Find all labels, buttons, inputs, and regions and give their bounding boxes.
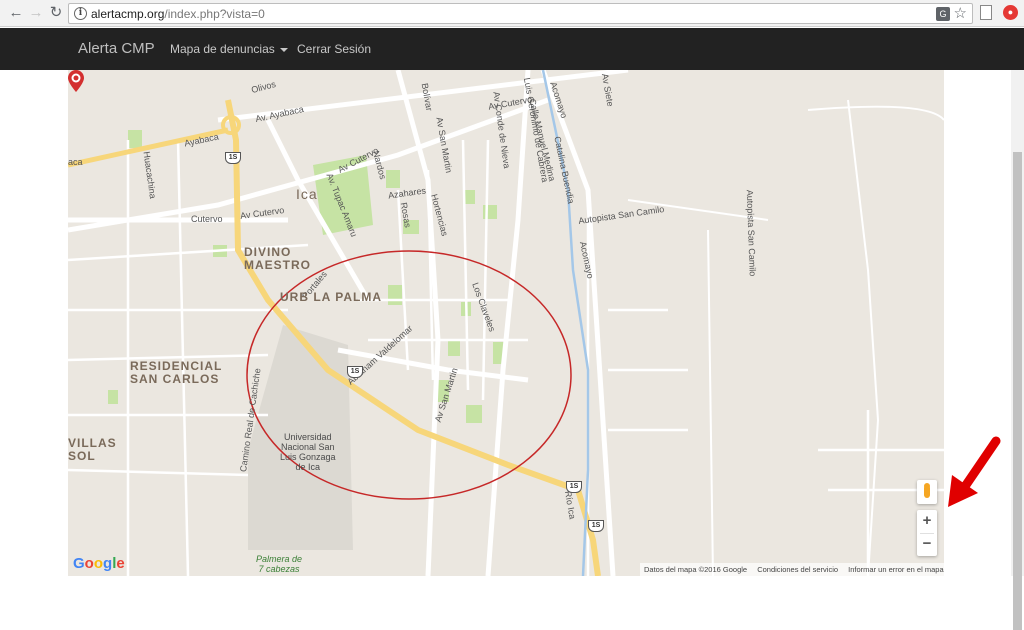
park-area [388,285,402,305]
park-area [128,130,142,148]
park-label: Palmera de 7 cabezas [256,554,303,574]
street-view-pegman-icon[interactable] [917,480,937,504]
browser-toolbar: ← → ↻ i alertacmp.org/index.php?vista=0 … [0,0,1024,27]
report-error-link[interactable]: Informar un error en el mapa [848,565,943,574]
page-scrollbar[interactable] [1011,70,1024,630]
app-navbar: Alerta CMP Mapa de denuncias Cerrar Sesi… [0,28,1024,70]
street-label: aca [68,157,83,167]
route-shield: 1S [588,520,604,532]
brand-link[interactable]: Alerta CMP [78,40,155,57]
url-text[interactable]: alertacmp.org/index.php?vista=0 [91,7,265,21]
route-shield: 1S [225,152,241,164]
reload-button[interactable]: ↻ [46,3,66,23]
park-area [386,170,400,188]
route-shield: 1S [566,481,582,493]
logout-link[interactable]: Cerrar Sesión [297,42,371,56]
caret-down-icon [279,47,288,52]
street-label: Cutervo [191,214,223,224]
map-data-text: Datos del mapa ©2016 Google [644,565,748,574]
extension-red-icon[interactable]: ● [1003,5,1018,20]
zoom-control: + − [917,510,937,556]
university-label: Universidad Nacional San Luis Gonzaga de Ic… [280,432,336,472]
info-icon[interactable]: i [74,7,87,20]
district-label: VILLAS SOL [68,436,117,463]
district-label: URB LA PALMA [280,290,382,304]
terms-link[interactable]: Condiciones del servicio [757,565,838,574]
city-label: Ica [296,186,318,202]
document-extension-icon[interactable] [980,5,992,20]
scrollbar-thumb[interactable] [1013,152,1022,630]
park-area [448,340,460,356]
translate-icon[interactable]: G [936,7,950,21]
google-logo[interactable]: Google [73,555,125,572]
report-marker-icon[interactable] [68,70,84,92]
map-footer: Datos del mapa ©2016 Google Condiciones … [640,563,944,576]
bookmark-star-icon[interactable]: ☆ [954,4,967,22]
address-bar[interactable]: i alertacmp.org/index.php?vista=0 G ☆ [68,3,973,24]
zoom-out-button[interactable]: − [917,533,937,556]
map-canvas[interactable]: Olivos Av. Ayabaca Ayabaca aca Av Cuterv… [68,70,944,576]
annotation-arrow-icon [948,436,1001,507]
district-label: RESIDENCIAL SAN CARLOS [130,359,223,386]
denuncias-dropdown[interactable]: Mapa de denuncias [170,42,288,56]
route-shield: 1S [347,366,363,378]
park-area [108,390,118,404]
park-area [466,405,482,423]
park-area [483,205,497,219]
district-label: DIVINO MAESTRO [244,245,311,272]
zoom-in-button[interactable]: + [917,510,937,533]
forward-button[interactable]: → [26,3,46,23]
back-button[interactable]: ← [6,3,26,23]
